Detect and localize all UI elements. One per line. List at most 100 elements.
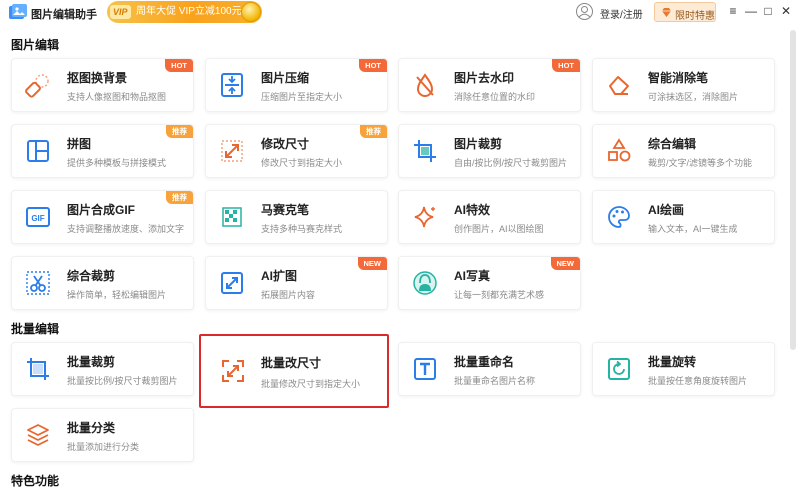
rename-icon [414,358,436,380]
card-desc: 裁剪/文字/滤镜等多个功能 [648,158,753,168]
card-batch-classify[interactable]: 批量分类 批量添加进行分类 [11,408,194,462]
card-comprehensive-crop[interactable]: 综合裁剪 操作简单，轻松编辑图片 [11,256,194,310]
card-desc: 让每一刻都充满艺术感 [454,290,545,300]
card-desc: 批量修改尺寸到指定大小 [261,379,361,389]
expand-icon [221,272,243,294]
card-title: 综合裁剪 [67,269,116,283]
gif-icon: GIF [26,207,50,227]
scissors-icon [26,271,50,295]
batch-resize-icon [222,360,244,382]
user-icon[interactable] [576,3,593,20]
recommend-badge: 推荐 [166,191,193,204]
card-desc: 批量重命名图片名称 [454,376,536,386]
card-cutout-background[interactable]: 抠图换背景 支持人像抠图和物品抠图 HOT [11,58,194,112]
crop-icon [414,140,436,162]
batch-crop-icon [27,358,49,380]
mosaic-icon [222,207,242,227]
card-desc: 压缩图片至指定大小 [261,92,343,102]
card-title: 抠图换背景 [67,71,128,85]
card-title: 马赛克笔 [261,203,310,217]
minimize-icon[interactable]: — [744,4,758,18]
card-remove-watermark[interactable]: 图片去水印 消除任意位置的水印 HOT [398,58,581,112]
promo-vip-tag: VIP [110,5,131,19]
card-resize[interactable]: 修改尺寸 修改尺寸到指定大小 推荐 [205,124,388,178]
compress-icon [221,73,243,97]
smart-eraser-icon [609,76,629,95]
section-title-image-edit: 图片编辑 [11,38,60,52]
card-ai-painting[interactable]: AI绘画 输入文本，AI一键生成 [592,190,775,244]
palette-icon [608,206,630,228]
shapes-icon [608,138,631,162]
app-title: 图片编辑助手 [31,9,97,21]
card-title: AI特效 [454,203,491,217]
menu-icon[interactable]: ≡ [726,4,740,18]
card-desc: 可涂抹选区，消除图片 [648,92,739,102]
card-batch-crop[interactable]: 批量裁剪 批量按比例/按尺寸裁剪图片 [11,342,194,396]
card-ai-portrait[interactable]: AI写真 让每一刻都充满艺术感 NEW [398,256,581,310]
card-title: 批量裁剪 [67,355,116,369]
card-desc: 输入文本，AI一键生成 [648,224,738,234]
card-title: 批量旋转 [648,355,697,369]
card-title: 批量重命名 [454,355,515,369]
card-desc: 批量添加进行分类 [67,442,140,452]
card-comprehensive-edit[interactable]: 综合编辑 裁剪/文字/滤镜等多个功能 [592,124,775,178]
card-batch-resize[interactable]: 批量改尺寸 批量修改尺寸到指定大小 [199,334,389,408]
rotate-icon [608,358,630,380]
card-title: 图片裁剪 [454,137,503,151]
card-title: 拼图 [67,137,92,151]
card-ai-expand[interactable]: AI扩图 拓展图片内容 NEW [205,256,388,310]
card-title: 图片去水印 [454,71,515,85]
card-title: 批量改尺寸 [261,356,322,370]
new-badge: NEW [357,257,387,270]
card-title: 图片合成GIF [67,203,135,217]
card-desc: 消除任意位置的水印 [454,92,536,102]
card-desc: 支持人像抠图和物品抠图 [67,92,167,102]
coin-icon [241,2,261,22]
card-ai-effects[interactable]: AI特效 创作图片，AI以图绘图 [398,190,581,244]
collage-icon [27,140,49,162]
card-batch-rename[interactable]: 批量重命名 批量重命名图片名称 [398,342,581,396]
card-title: 图片压缩 [261,71,310,85]
maximize-icon[interactable]: □ [761,4,775,18]
card-title: 修改尺寸 [261,137,310,151]
hot-badge: HOT [552,59,580,72]
recommend-badge: 推荐 [166,125,193,138]
card-image-compress[interactable]: 图片压缩 压缩图片至指定大小 HOT [205,58,388,112]
card-desc: 批量按比例/按尺寸裁剪图片 [67,376,178,386]
card-batch-rotate[interactable]: 批量旋转 批量按任意角度旋转图片 [592,342,775,396]
title-bar: 图片编辑助手 VIP 周年大促 VIP立减100元 登录/注册 限时特惠 ≡ —… [0,0,800,26]
card-desc: 拓展图片内容 [261,290,316,300]
watermark-remove-icon [416,73,434,97]
portrait-icon [413,271,437,295]
card-desc: 修改尺寸到指定大小 [261,158,343,168]
image-app-logo-icon [9,4,27,19]
card-title: AI写真 [454,269,491,283]
card-title: 批量分类 [67,421,116,435]
card-desc: 支持调整播放速度、添加文字 [67,224,185,234]
card-desc: 提供多种模板与拼接模式 [67,158,167,168]
card-gif-maker[interactable]: GIF 图片合成GIF 支持调整播放速度、添加文字 推荐 [11,190,194,244]
card-smart-eraser[interactable]: 智能消除笔 可涂抹选区，消除图片 [592,58,775,112]
card-collage[interactable]: 拼图 提供多种模板与拼接模式 推荐 [11,124,194,178]
diamond-icon [662,8,671,17]
layers-icon [27,424,49,446]
card-title: 智能消除笔 [648,71,709,85]
card-desc: 创作图片，AI以图绘图 [454,224,544,234]
recommend-badge: 推荐 [360,125,387,138]
hot-badge: HOT [359,59,387,72]
limited-offer-button[interactable]: 限时特惠 [654,2,716,22]
section-title-features: 特色功能 [11,474,60,488]
card-title: AI扩图 [261,269,298,283]
sparkle-icon [414,206,435,228]
card-mosaic-brush[interactable]: 马赛克笔 支持多种马赛克样式 [205,190,388,244]
card-image-crop[interactable]: 图片裁剪 自由/按比例/按尺寸裁剪图片 [398,124,581,178]
svg-text:GIF: GIF [31,214,44,223]
card-title: AI绘画 [648,203,685,217]
close-icon[interactable]: ✕ [779,4,793,18]
new-badge: NEW [550,257,580,270]
limited-offer-label: 限时特惠 [675,11,715,22]
promo-banner[interactable]: VIP 周年大促 VIP立减100元 [107,1,262,23]
eraser-cutout-icon [25,74,49,98]
scrollbar[interactable] [790,30,796,350]
login-register-link[interactable]: 登录/注册 [600,6,643,21]
